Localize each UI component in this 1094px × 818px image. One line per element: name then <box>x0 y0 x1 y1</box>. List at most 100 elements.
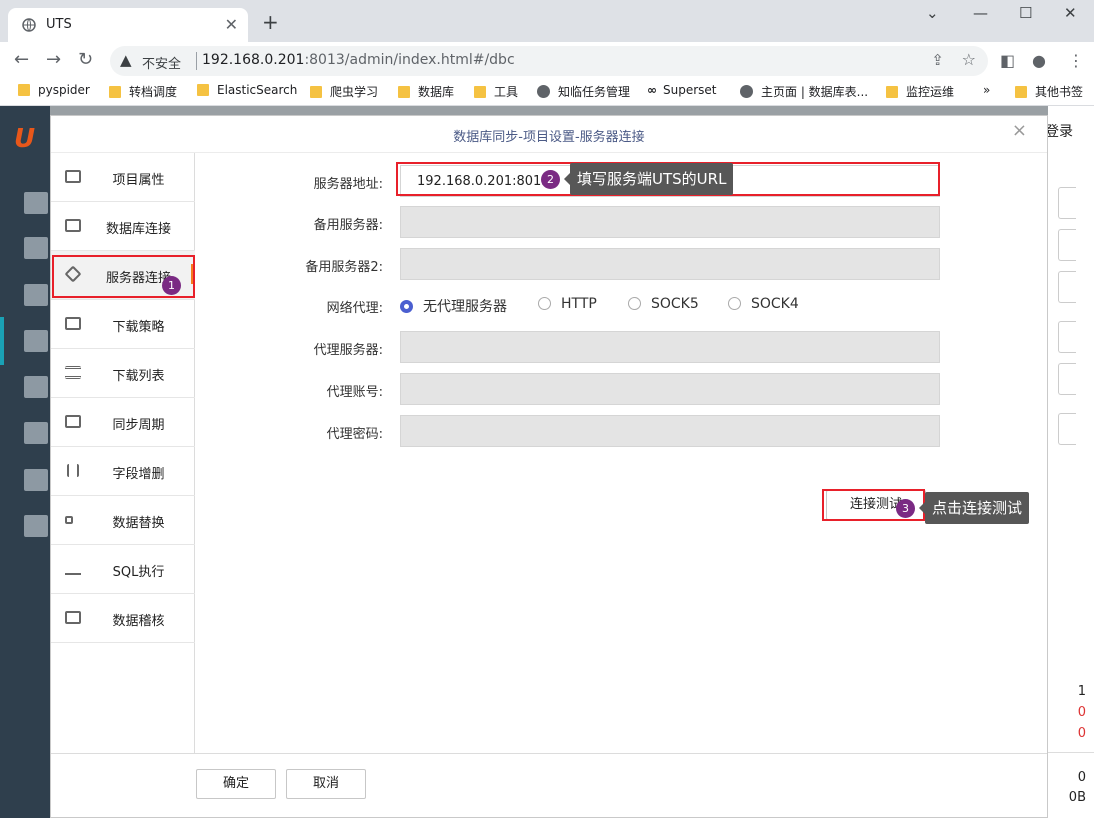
bookmark-item[interactable]: 知临任务管理 <box>537 83 630 100</box>
server-connection-form: 服务器地址: 192.168.0.201:8013 备用服务器: 备用服务器2:… <box>196 153 1047 753</box>
bookmark-star-icon[interactable]: ☆ <box>962 50 976 69</box>
forward-icon[interactable]: → <box>46 49 61 70</box>
modal-footer: 确定 取消 <box>51 753 1047 817</box>
insecure-label: 不安全 <box>142 57 182 72</box>
bookmark-item[interactable]: ∞ Superset <box>647 83 717 97</box>
form-row-backup-server2: 备用服务器2: <box>196 248 1047 280</box>
other-bookmarks[interactable]: 其他书签 <box>1015 83 1083 100</box>
browser-tab[interactable]: UTS ✕ <box>8 8 248 42</box>
new-tab-icon[interactable]: + <box>262 10 279 34</box>
address-bar[interactable]: ▲ 不安全 192.168.0.201:8013/admin/index.htm… <box>110 46 988 76</box>
callout-text: 点击连接测试 <box>932 499 1023 517</box>
form-row-backup-server: 备用服务器: <box>196 206 1047 238</box>
radio-sock5[interactable]: SOCK5 <box>628 296 699 312</box>
side-panel-icon[interactable]: ◧ <box>1000 51 1015 70</box>
menu-item-data-audit[interactable]: 数据稽核 <box>51 594 195 643</box>
app-sidebar: U <box>0 106 50 818</box>
url-host: 192.168.0.201 <box>202 52 305 68</box>
bookmark-item[interactable]: 监控运维 <box>886 83 954 100</box>
radio-no-proxy[interactable]: 无代理服务器 <box>400 296 507 316</box>
menu-item-field-edit[interactable]: 字段增删 <box>51 447 195 496</box>
menu-item-download-list[interactable]: 下载列表 <box>51 349 195 398</box>
folder-icon <box>1015 86 1027 98</box>
globe-icon <box>740 85 753 98</box>
download-icon[interactable] <box>24 515 48 537</box>
bookmark-label: pyspider <box>38 83 90 97</box>
backup-server2-input[interactable] <box>400 248 940 280</box>
proxy-password-label: 代理密码: <box>326 427 383 442</box>
back-icon[interactable]: ← <box>14 49 29 70</box>
proxy-server-input[interactable] <box>400 331 940 363</box>
database-icon[interactable] <box>24 284 48 306</box>
proxy-password-input[interactable] <box>400 415 940 447</box>
maximize-icon[interactable]: ☐ <box>1019 4 1032 22</box>
minimize-icon[interactable]: — <box>973 4 988 22</box>
backup-server-input[interactable] <box>400 206 940 238</box>
calendar-icon[interactable] <box>24 237 48 259</box>
backup-server-label: 备用服务器: <box>313 218 383 233</box>
close-icon[interactable]: × <box>1012 120 1027 141</box>
menu-item-label: SQL执行 <box>112 565 165 580</box>
monitor-icon[interactable] <box>24 192 48 214</box>
stat-value: 0B <box>1068 790 1086 805</box>
divider <box>1048 752 1094 753</box>
menu-item-database-connection[interactable]: 数据库连接 <box>51 202 195 251</box>
input-edge <box>1058 363 1076 395</box>
sitemap-icon[interactable] <box>24 469 48 491</box>
ok-button[interactable]: 确定 <box>196 769 276 799</box>
radio-http[interactable]: HTTP <box>538 296 597 312</box>
login-link[interactable]: 登录 <box>1045 121 1073 141</box>
card-icon <box>65 170 81 183</box>
tab-title: UTS <box>46 17 72 32</box>
chart-icon <box>65 219 81 232</box>
tab-close-icon[interactable]: ✕ <box>225 15 238 34</box>
proxy-account-input[interactable] <box>400 373 940 405</box>
share-icon[interactable]: ⇪ <box>931 51 944 69</box>
close-window-icon[interactable]: ✕ <box>1064 4 1077 22</box>
window-icon[interactable] <box>24 376 48 398</box>
form-row-proxy-password: 代理密码: <box>196 415 1047 447</box>
clock-icon <box>65 415 81 428</box>
chevron-down-icon[interactable]: ⌄ <box>926 4 939 22</box>
grid-icon[interactable] <box>24 330 48 352</box>
folder-icon[interactable] <box>24 422 48 444</box>
bookmark-item[interactable]: ElasticSearch <box>197 83 297 97</box>
folder-icon <box>886 86 898 98</box>
globe-icon <box>537 85 550 98</box>
menu-item-label: 同步周期 <box>112 418 165 433</box>
annotation-badge-1: 1 <box>162 276 181 295</box>
proxy-server-label: 代理服务器: <box>313 343 383 358</box>
bookmark-item[interactable]: 工具 <box>474 83 518 100</box>
radio-label: SOCK4 <box>751 296 799 312</box>
menu-item-project-properties[interactable]: 项目属性 <box>51 153 195 202</box>
menu-item-data-replace[interactable]: 数据替换 <box>51 496 195 545</box>
menu-kebab-icon[interactable]: ⋮ <box>1068 51 1084 70</box>
radio-unchecked-icon <box>728 297 741 310</box>
menu-item-label: 项目属性 <box>112 173 165 188</box>
menu-item-sync-cycle[interactable]: 同步周期 <box>51 398 195 447</box>
radio-label: 无代理服务器 <box>423 299 507 315</box>
backup-server2-label: 备用服务器2: <box>305 260 383 275</box>
radio-unchecked-icon <box>538 297 551 310</box>
radio-sock4[interactable]: SOCK4 <box>728 296 799 312</box>
bookmark-label: 爬虫学习 <box>330 85 379 99</box>
bookmark-label: 监控运维 <box>906 85 955 99</box>
browser-navbar: ← → ↻ ▲ 不安全 192.168.0.201:8013/admin/ind… <box>0 42 1094 78</box>
callout-pointer <box>919 502 925 514</box>
more-bookmarks-icon[interactable]: » <box>983 83 990 97</box>
audit-icon <box>65 611 81 624</box>
menu-item-sql-exec[interactable]: SQL执行 <box>51 545 195 594</box>
cancel-button[interactable]: 取消 <box>286 769 366 799</box>
form-row-proxy: 网络代理: 无代理服务器 HTTP SOCK5 SOCK4 <box>196 289 1047 321</box>
bookmark-item[interactable]: 转档调度 <box>109 83 177 100</box>
profile-avatar-icon[interactable]: ● <box>1032 51 1046 70</box>
menu-item-download-strategy[interactable]: 下载策略 <box>51 300 195 349</box>
radio-unchecked-icon <box>628 297 641 310</box>
bookmark-item[interactable]: 主页面 | 数据库表... <box>740 83 868 100</box>
reload-icon[interactable]: ↻ <box>78 49 93 70</box>
stat-value: 1 <box>1077 684 1086 699</box>
bookmark-item[interactable]: 爬虫学习 <box>310 83 378 100</box>
browser-tabstrip: UTS ✕ + ⌄ — ☐ ✕ <box>0 0 1094 42</box>
bookmark-item[interactable]: 数据库 <box>398 83 454 100</box>
bookmark-item[interactable]: pyspider <box>18 83 90 97</box>
